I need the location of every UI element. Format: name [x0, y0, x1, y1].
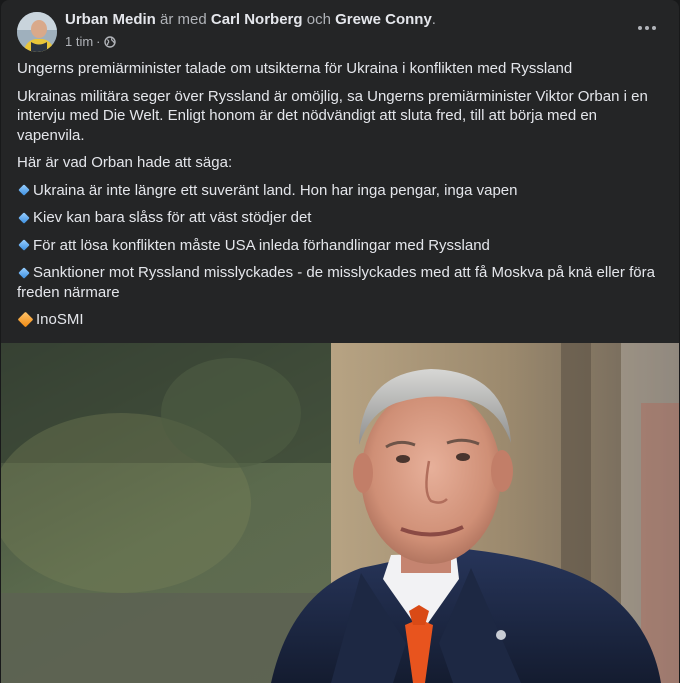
more-dot-icon	[652, 26, 656, 30]
post-author-line: Urban Medin är med Carl Norberg och Grew…	[65, 12, 436, 28]
tagged-person-link-1[interactable]: Carl Norberg	[211, 11, 303, 28]
post-paragraph: Ukrainas militära seger över Ryssland är…	[17, 87, 648, 144]
facebook-post: Urban Medin är med Carl Norberg och Grew…	[1, 0, 679, 683]
period-text: .	[431, 11, 436, 28]
source-text: InoSMI	[36, 311, 84, 328]
post-meta: 1 tim ·	[65, 34, 436, 50]
author-name-link[interactable]: Urban Medin	[65, 11, 156, 28]
bullet-item: Ukraina är inte längre ett suveränt land…	[17, 181, 665, 201]
portrait-image	[1, 343, 679, 683]
more-dot-icon	[638, 26, 642, 30]
orange-diamond-icon	[17, 311, 34, 328]
globe-icon[interactable]	[103, 36, 116, 48]
and-text: och	[306, 11, 331, 28]
post-paragraph: Här är vad Orban hade att säga:	[17, 154, 233, 171]
blue-diamond-icon	[18, 266, 30, 279]
tagged-person-link-2[interactable]: Grewe Conny	[335, 11, 432, 28]
blue-diamond-icon	[18, 184, 30, 196]
source-line: InoSMI	[17, 310, 665, 330]
bullet-text: Ukraina är inte längre ett suveränt land…	[33, 181, 518, 199]
author-avatar[interactable]	[17, 12, 57, 52]
post-header: Urban Medin är med Carl Norberg och Grew…	[17, 12, 436, 52]
bullet-item: För att lösa konflikten måste USA inleda…	[17, 236, 665, 256]
meta-separator: ·	[96, 34, 101, 49]
blue-diamond-icon	[18, 211, 30, 224]
bullet-text: Kiev kan bara slåss för att väst stödjer…	[33, 209, 312, 226]
blue-diamond-icon	[18, 239, 30, 251]
post-photo[interactable]	[1, 343, 679, 683]
bullet-text: Sanktioner mot Ryssland misslyckades - d…	[17, 264, 655, 301]
avatar-image	[17, 12, 57, 52]
with-text: är med	[160, 11, 207, 28]
post-timestamp-link[interactable]: 1 tim	[65, 34, 93, 50]
more-options-button[interactable]	[629, 16, 665, 40]
post-body: Ungerns premiärminister talade om utsikt…	[17, 59, 665, 338]
more-dot-icon	[645, 26, 649, 30]
bullet-text: För att lösa konflikten måste USA inleda…	[33, 236, 490, 254]
bullet-item: Sanktioner mot Ryssland misslyckades - d…	[17, 263, 665, 302]
post-header-text: Urban Medin är med Carl Norberg och Grew…	[65, 12, 436, 50]
post-headline: Ungerns premiärminister talade om utsikt…	[17, 60, 573, 77]
bullet-item: Kiev kan bara slåss för att väst stödjer…	[17, 208, 665, 228]
